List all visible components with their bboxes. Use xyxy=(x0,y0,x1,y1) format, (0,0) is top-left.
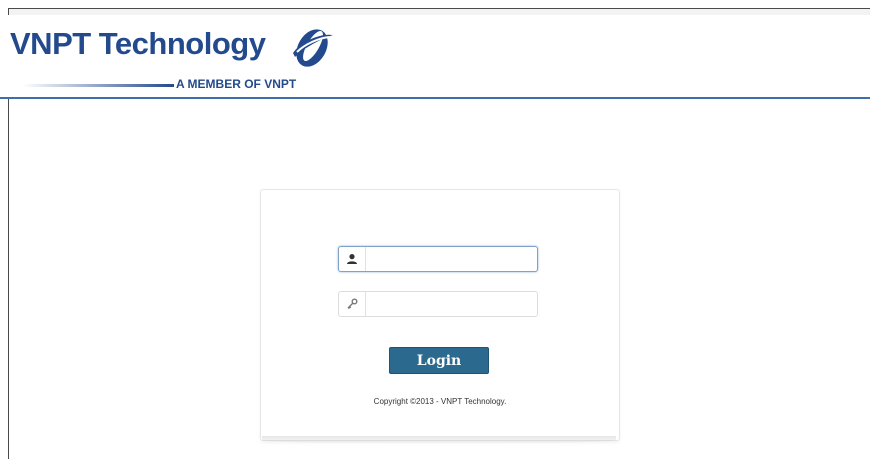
key-icon xyxy=(339,292,366,316)
header-divider xyxy=(0,97,870,99)
password-input[interactable] xyxy=(369,294,533,314)
password-field[interactable] xyxy=(338,291,538,317)
tagline: A MEMBER OF VNPT xyxy=(176,77,297,91)
username-field[interactable] xyxy=(338,246,538,272)
card-shadow xyxy=(262,436,616,444)
copyright-text: Copyright ©2013 - VNPT Technology. xyxy=(373,397,507,406)
vnpt-logo-icon xyxy=(293,29,333,67)
site-header: VNPT Technology A MEMBER OF VNPT xyxy=(0,15,870,97)
tagline-bar xyxy=(22,84,174,87)
brand-name: VNPT Technology xyxy=(10,26,266,61)
login-button[interactable]: Login xyxy=(389,347,489,374)
user-icon xyxy=(339,247,366,271)
username-input[interactable] xyxy=(369,249,533,269)
